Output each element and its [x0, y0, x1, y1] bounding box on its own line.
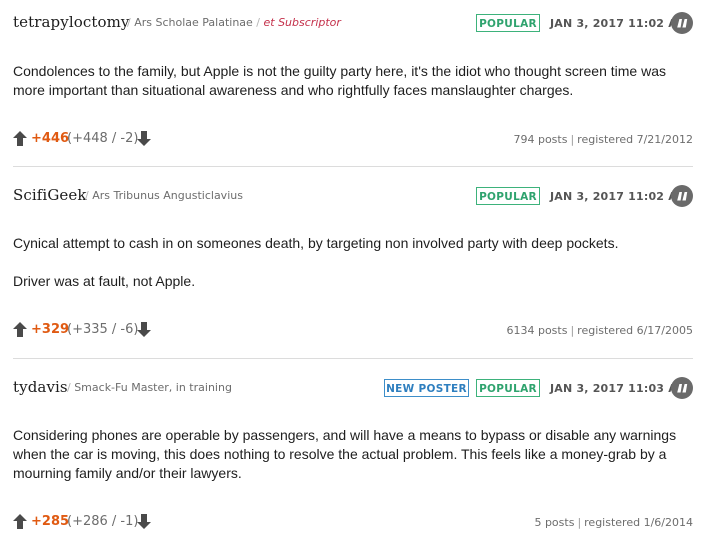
post-timestamp[interactable]: JAN 3, 2017 11:02 AM: [550, 17, 688, 30]
arrow-up-icon[interactable]: [13, 322, 27, 337]
quote-icon[interactable]: [671, 185, 693, 207]
comment-paragraph: Considering phones are operable by passe…: [13, 427, 677, 481]
arrow-down-icon[interactable]: [137, 322, 151, 337]
vote-score: +329: [31, 322, 70, 337]
user-rank: Ars Scholae Palatinae: [134, 16, 253, 29]
user-stats: 794 posts | registered 7/21/2012: [513, 133, 693, 146]
popular-badge: POPULAR: [476, 14, 540, 32]
comment-body: Cynical attempt to cash in on someones d…: [13, 234, 678, 291]
registered-date: registered 6/17/2005: [577, 324, 693, 337]
comment-footer: +446 (+448 / -2) 794 posts | registered 7/…: [13, 128, 693, 150]
username[interactable]: tydavis: [13, 378, 68, 396]
comment-body: Condolences to the family, but Apple is …: [13, 62, 678, 100]
comment-header: tydavis / Smack-Fu Master, in training N…: [13, 377, 693, 403]
vote-breakdown: (+286 / -1): [67, 514, 139, 529]
arrow-down-icon[interactable]: [137, 131, 151, 146]
user-title: / Ars Tribunus Angusticlavius: [85, 189, 243, 202]
new-poster-badge: NEW POSTER: [384, 379, 469, 397]
vote-breakdown: (+448 / -2): [67, 131, 139, 146]
username[interactable]: ScifiGeek: [13, 186, 87, 204]
username[interactable]: tetrapyloctomy: [13, 13, 130, 31]
quote-icon[interactable]: [671, 377, 693, 399]
comment-header: ScifiGeek / Ars Tribunus Angusticlavius …: [13, 185, 693, 211]
user-rank: Ars Tribunus Angusticlavius: [92, 189, 243, 202]
registered-date: registered 7/21/2012: [577, 133, 693, 146]
popular-badge: POPULAR: [476, 187, 540, 205]
arrow-up-icon[interactable]: [13, 514, 27, 529]
comment: ScifiGeek / Ars Tribunus Angusticlavius …: [0, 185, 709, 337]
vote-breakdown: (+335 / -6): [67, 322, 139, 337]
subscriptor-label: et Subscriptor: [263, 16, 341, 29]
comment-paragraph: Condolences to the family, but Apple is …: [13, 63, 666, 98]
registered-date: registered 1/6/2014: [584, 516, 693, 529]
user-rank: Smack-Fu Master, in training: [74, 381, 232, 394]
vote-score: +285: [31, 514, 70, 529]
quote-icon[interactable]: [671, 12, 693, 34]
post-count: 794 posts: [513, 133, 568, 146]
user-stats: 5 posts | registered 1/6/2014: [534, 516, 693, 529]
vote-score: +446: [31, 131, 70, 146]
popular-badge: POPULAR: [476, 379, 540, 397]
arrow-up-icon[interactable]: [13, 131, 27, 146]
user-title: / Ars Scholae Palatinae / et Subscriptor: [127, 16, 341, 29]
comment-footer: +285 (+286 / -1) 5 posts | registered 1/6/…: [13, 511, 693, 533]
comment-paragraph: Cynical attempt to cash in on someones d…: [13, 235, 619, 251]
comment-header: tetrapyloctomy / Ars Scholae Palatinae /…: [13, 12, 693, 38]
post-timestamp[interactable]: JAN 3, 2017 11:02 AM: [550, 190, 688, 203]
user-title: / Smack-Fu Master, in training: [67, 381, 232, 394]
comment-paragraph: Driver was at fault, not Apple.: [13, 273, 196, 289]
comment-body: Considering phones are operable by passe…: [13, 426, 678, 483]
comment-divider: [13, 358, 693, 359]
comment: tydavis / Smack-Fu Master, in training N…: [0, 377, 709, 541]
arrow-down-icon[interactable]: [137, 514, 151, 529]
post-count: 6134 posts: [506, 324, 568, 337]
post-count: 5 posts: [534, 516, 575, 529]
user-stats: 6134 posts | registered 6/17/2005: [506, 324, 693, 337]
comment-footer: +329 (+335 / -6) 6134 posts | registered 6…: [13, 319, 693, 341]
comment: tetrapyloctomy / Ars Scholae Palatinae /…: [0, 12, 709, 162]
comment-divider: [13, 166, 693, 167]
post-timestamp[interactable]: JAN 3, 2017 11:03 AM: [550, 382, 688, 395]
